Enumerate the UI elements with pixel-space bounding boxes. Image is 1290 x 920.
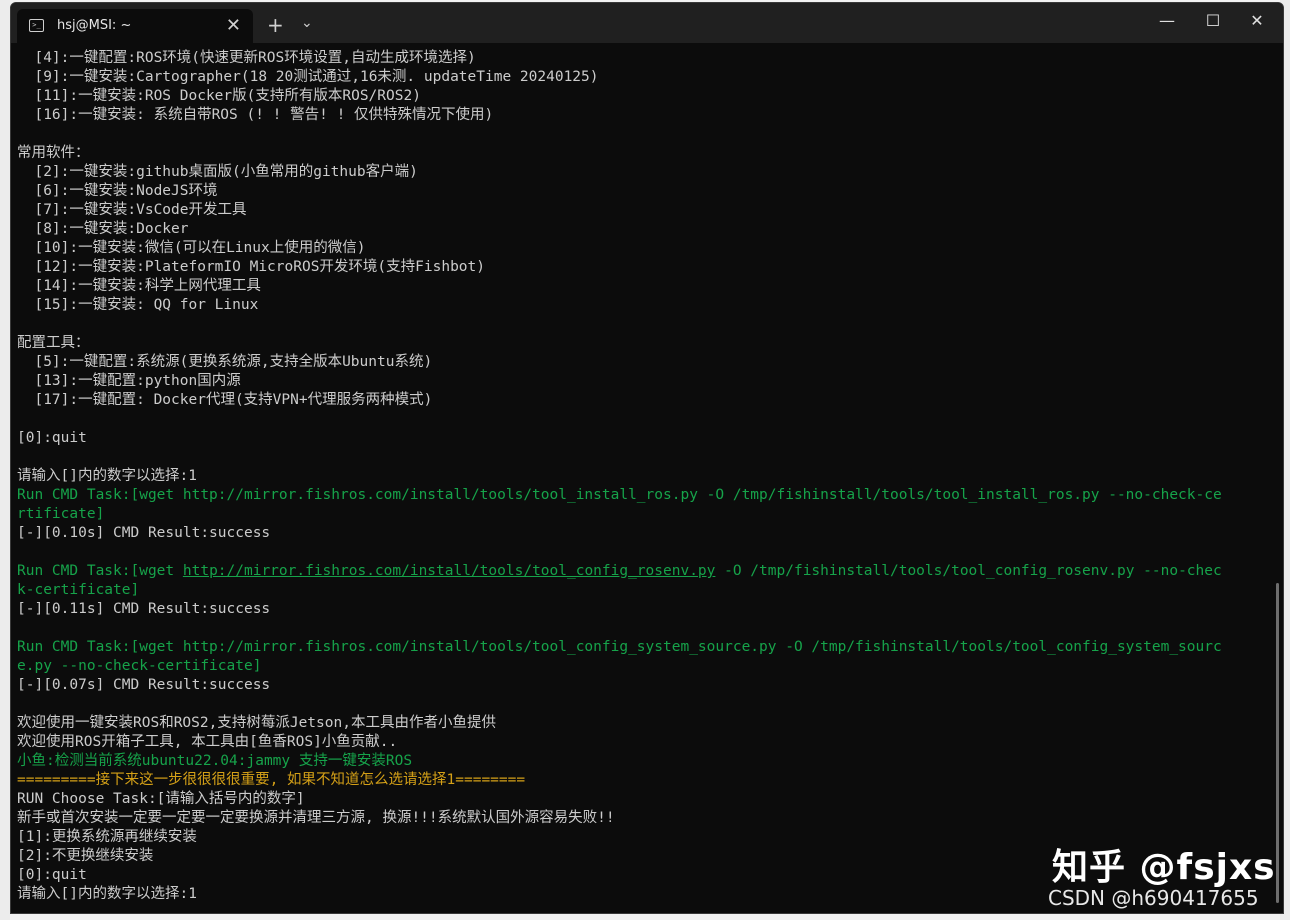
terminal-line: [10]:一键安装:微信(可以在Linux上使用的微信) — [17, 240, 366, 256]
terminal-line: =========接下来这一步很很很很重要, 如果不知道怎么选请选择1=====… — [17, 772, 526, 788]
terminal-line: e.py --no-check-certificate] — [17, 658, 262, 674]
csdn-watermark: CSDN @h690417655 — [1048, 886, 1259, 910]
terminal-line: [-][0.11s] CMD Result:success — [17, 601, 271, 617]
terminal-line: 常用软件： — [17, 145, 90, 161]
terminal-line: [7]:一键安装:VsCode开发工具 — [17, 202, 247, 218]
terminal-line: [15]:一键安装: QQ for Linux — [17, 297, 259, 313]
terminal-line: [2]:一键安装:github桌面版(小鱼常用的github客户端) — [17, 164, 418, 180]
terminal-line: k-certificate] — [17, 582, 140, 598]
tab-title: hsj@MSI: ~ — [57, 18, 132, 33]
terminal-icon: >_ — [29, 19, 44, 32]
tab-terminal[interactable]: >_ hsj@MSI: ~ ✕ — [17, 9, 253, 43]
terminal-line: 欢迎使用ROS开箱子工具, 本工具由[鱼香ROS]小鱼贡献.. — [17, 734, 398, 750]
terminal-line: Run CMD Task:[wget http://mirror.fishros… — [17, 487, 1222, 503]
close-window-button[interactable]: ✕ — [1237, 11, 1277, 30]
terminal-line: Run CMD Task:[wget http://mirror.fishros… — [17, 563, 1222, 579]
terminal-line: [11]:一键安装:ROS Docker版(支持所有版本ROS/ROS2) — [17, 88, 421, 104]
maximize-button[interactable]: ☐ — [1193, 11, 1233, 30]
terminal-link[interactable]: http://mirror.fishros.com/install/tools/… — [183, 563, 716, 579]
terminal-line: 请输入[]内的数字以选择:1 — [17, 468, 197, 484]
terminal-line: 欢迎使用一键安装ROS和ROS2,支持树莓派Jetson,本工具由作者小鱼提供 — [17, 715, 496, 731]
terminal-line: [6]:一键安装:NodeJS环境 — [17, 183, 218, 199]
terminal-output[interactable]: [4]:一键配置:ROS环境(快速更新ROS环境设置,自动生成环境选择) [9]… — [17, 49, 1269, 904]
terminal-line: [4]:一键配置:ROS环境(快速更新ROS环境设置,自动生成环境选择) — [17, 50, 476, 66]
terminal-line: RUN Choose Task:[请输入括号内的数字] — [17, 791, 305, 807]
terminal-line: rtificate] — [17, 506, 105, 522]
terminal-line: [17]:一键配置: Docker代理(支持VPN+代理服务两种模式) — [17, 392, 433, 408]
title-bar: >_ hsj@MSI: ~ ✕ + ⌄ — ☐ ✕ — [11, 3, 1283, 43]
terminal-line: 配置工具： — [17, 335, 90, 351]
terminal-line: 新手或首次安装一定要一定要一定要换源并清理三方源, 换源!!!系统默认国外源容易… — [17, 810, 615, 826]
minimize-button[interactable]: — — [1147, 11, 1187, 30]
close-tab-icon[interactable]: ✕ — [226, 15, 241, 36]
terminal-line: [8]:一键安装:Docker — [17, 221, 189, 237]
terminal-line: [13]:一键配置:python国内源 — [17, 373, 241, 389]
terminal-line: [9]:一键安装:Cartographer(18 20测试通过,16未测. up… — [17, 69, 599, 85]
scrollbar[interactable] — [1276, 583, 1279, 903]
terminal-line: [0]:quit — [17, 430, 87, 446]
terminal-window: >_ hsj@MSI: ~ ✕ + ⌄ — ☐ ✕ [4]:一键配置:ROS环境… — [10, 2, 1284, 914]
terminal-line: [12]:一键安装:PlateformIO MicroROS开发环境(支持Fis… — [17, 259, 485, 275]
new-tab-button[interactable]: + — [267, 13, 284, 37]
zhihu-watermark: 知乎 @fsjxs — [1052, 847, 1276, 888]
terminal-line: 小鱼:检测当前系统ubuntu22.04:jammy 支持一键安装ROS — [17, 753, 413, 769]
terminal-line: Run CMD Task:[wget http://mirror.fishros… — [17, 639, 1222, 655]
chevron-down-icon[interactable]: ⌄ — [301, 15, 313, 31]
terminal-line: [16]:一键安装: 系统自带ROS (! ! 警告! ! 仅供特殊情况下使用) — [17, 107, 494, 123]
terminal-line: [-][0.07s] CMD Result:success — [17, 677, 271, 693]
background-left-edge — [0, 0, 10, 920]
terminal-line: [-][0.10s] CMD Result:success — [17, 525, 271, 541]
terminal-line: [5]:一键配置:系统源(更换系统源,支持全版本Ubuntu系统) — [17, 354, 433, 370]
terminal-line: [14]:一键安装:科学上网代理工具 — [17, 278, 261, 294]
